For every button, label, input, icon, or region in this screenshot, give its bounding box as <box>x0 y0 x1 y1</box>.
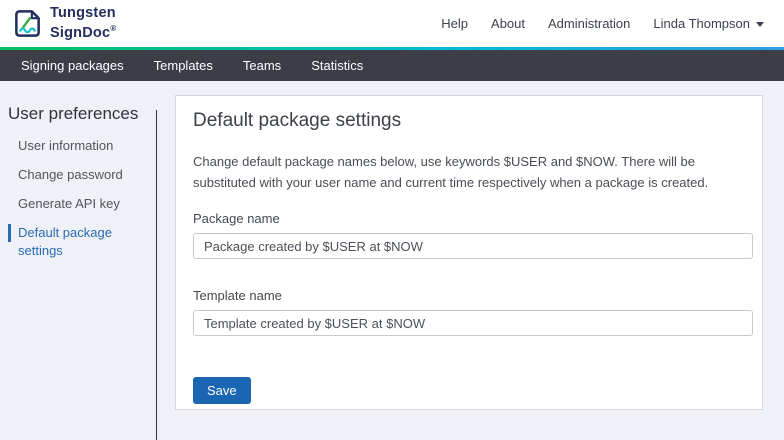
sidebar-item-user-information[interactable]: User information <box>0 137 157 155</box>
administration-link[interactable]: Administration <box>548 16 630 31</box>
settings-description: Change default package names below, use … <box>193 154 709 190</box>
sidebar-item-label: Default package settings <box>18 225 112 258</box>
nav-statistics[interactable]: Statistics <box>311 58 363 73</box>
help-link[interactable]: Help <box>441 16 468 31</box>
package-name-label: Package name <box>193 211 280 226</box>
sidebar-item-label: Generate API key <box>18 196 120 211</box>
app-header: Tungsten SignDoc® Help About Administrat… <box>0 0 784 47</box>
sidebar-item-label: User information <box>18 138 114 153</box>
selected-indicator <box>8 224 11 242</box>
sidebar-divider <box>156 110 157 440</box>
user-menu-label: Linda Thompson <box>653 16 750 31</box>
main-nav: Signing packages Templates Teams Statist… <box>0 50 784 81</box>
nav-templates[interactable]: Templates <box>154 58 213 73</box>
nav-teams[interactable]: Teams <box>243 58 281 73</box>
default-package-settings-panel: Default package settings Change default … <box>175 95 763 410</box>
page-title: Default package settings <box>193 110 402 131</box>
sidebar-title: User preferences <box>8 104 139 123</box>
sidebar-items: User information Change password Generat… <box>0 137 157 260</box>
app-logo[interactable]: Tungsten SignDoc® <box>12 6 116 41</box>
template-name-input[interactable] <box>193 310 753 336</box>
template-name-label: Template name <box>193 288 282 303</box>
sidebar-item-label: Change password <box>18 167 123 182</box>
logo-wordmark: Tungsten SignDoc® <box>50 5 117 41</box>
header-links: Help About Administration Linda Thompson <box>441 16 764 31</box>
preferences-sidebar: User preferences User information Change… <box>0 81 157 271</box>
about-link[interactable]: About <box>491 16 525 31</box>
user-menu[interactable]: Linda Thompson <box>653 16 764 31</box>
sidebar-item-generate-api-key[interactable]: Generate API key <box>0 195 157 213</box>
signdoc-logo-icon <box>15 10 40 37</box>
nav-signing-packages[interactable]: Signing packages <box>21 58 124 73</box>
package-name-input[interactable] <box>193 233 753 259</box>
save-button[interactable]: Save <box>193 377 251 404</box>
chevron-down-icon <box>756 22 764 27</box>
sidebar-item-change-password[interactable]: Change password <box>0 166 157 184</box>
content-area: User preferences User information Change… <box>0 81 784 440</box>
sidebar-item-default-package-settings[interactable]: Default package settings <box>0 224 157 260</box>
